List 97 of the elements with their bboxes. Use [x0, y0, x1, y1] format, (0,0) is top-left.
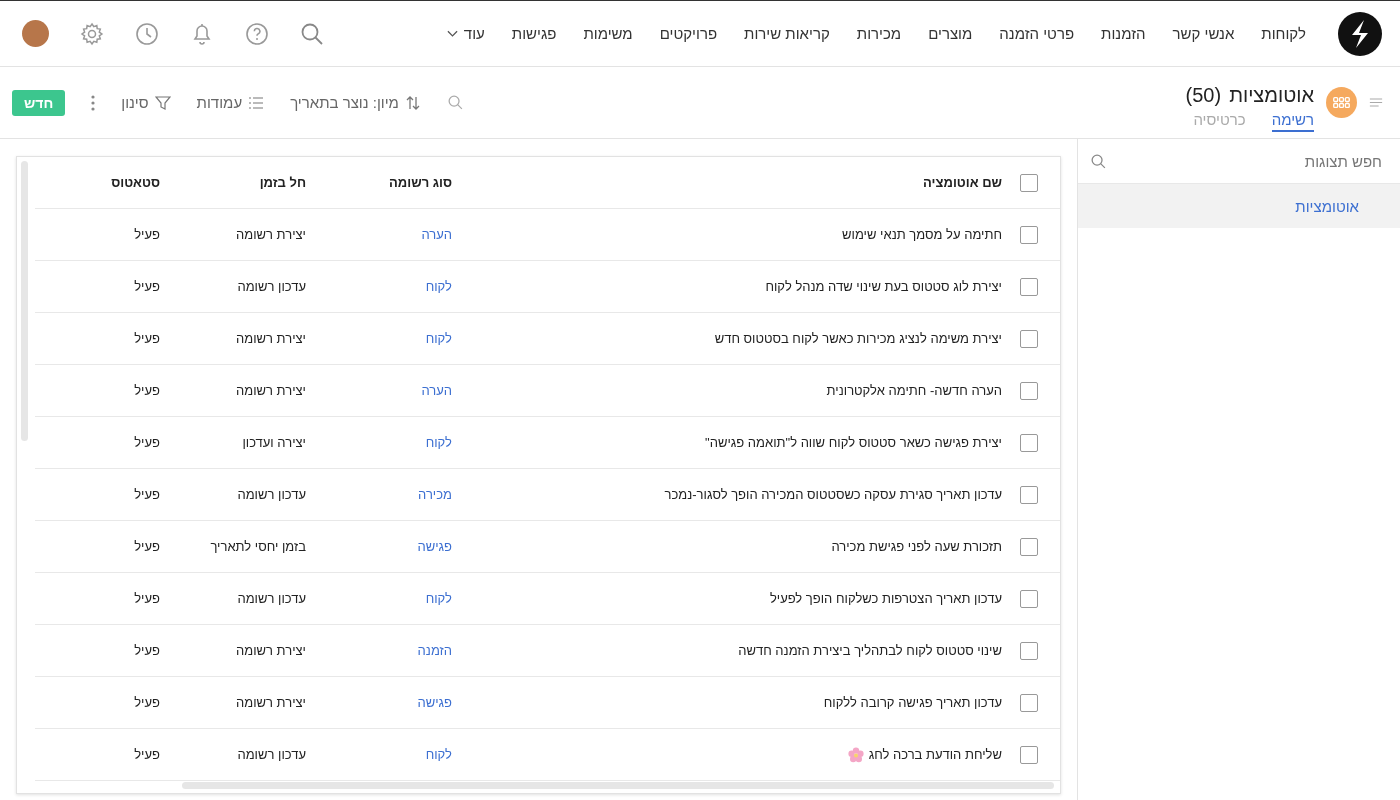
trigger-cell: יצירת רשומה [236, 383, 306, 398]
automation-name: עדכון תאריך סגירת עסקה כשסטטוס המכירה הופך לסגור-נמכר [664, 487, 1002, 502]
record-type-link[interactable]: לקוח [425, 279, 452, 294]
kebab-menu-icon[interactable] [91, 94, 96, 111]
flower-icon [847, 746, 864, 763]
nav-link[interactable]: קריאות שירות [744, 25, 830, 42]
row-checkbox[interactable] [1020, 589, 1038, 608]
row-checkbox[interactable] [1020, 693, 1038, 712]
record-count: (50) [1185, 83, 1222, 107]
logo-icon[interactable] [1337, 10, 1383, 57]
page-title: אוטומציות [1229, 83, 1314, 107]
automation-name: שליחת הודעת ברכה לחג [868, 747, 1002, 762]
nav-link[interactable]: לקוחות [1261, 25, 1306, 42]
automation-name: חתימה על מסמך תנאי שימוש [842, 227, 1002, 242]
status-cell: פעיל [134, 591, 160, 606]
column-header[interactable]: שם אוטומציה [923, 175, 1002, 190]
sort-icon [404, 94, 421, 111]
record-type-link[interactable]: מכירה [418, 487, 452, 502]
column-header[interactable]: סטאטוס [111, 175, 160, 190]
status-cell: פעיל [134, 539, 160, 554]
row-checkbox[interactable] [1020, 745, 1038, 764]
nav-link[interactable]: פרויקטים [659, 25, 718, 42]
sidebar-item[interactable]: אוטומציות [1078, 184, 1400, 228]
automation-name: יצירת משימה לנציג מכירות כאשר לקוח בסטטוס חדש [714, 331, 1002, 346]
status-cell: פעיל [134, 747, 160, 762]
status-cell: פעיל [134, 331, 160, 346]
record-type-link[interactable]: לקוח [425, 591, 452, 606]
record-type-link[interactable]: לקוח [425, 331, 452, 346]
record-type-link[interactable]: פגישה [417, 695, 452, 710]
help-icon[interactable] [245, 21, 269, 46]
chevron-down-icon [446, 29, 458, 38]
automation-name: יצירת פגישה כשאר סטטוס לקוח שווה ל"תואמה פגישה" [705, 435, 1002, 450]
record-type-link[interactable]: הזמנה [417, 643, 452, 658]
search-icon[interactable] [446, 94, 464, 111]
automation-icon [1326, 87, 1357, 118]
row-checkbox[interactable] [1020, 641, 1038, 660]
automation-name: עדכון תאריך פגישה קרובה ללקוח [823, 695, 1002, 710]
columns-button[interactable]: עמודות [196, 94, 265, 111]
status-cell: פעיל [134, 227, 160, 242]
nav-link[interactable]: פגישות [511, 25, 557, 42]
automation-name: עדכון תאריך הצטרפות כשלקוח הופך לפעיל [769, 591, 1002, 606]
column-header[interactable]: סוג רשומה [389, 175, 452, 190]
trigger-cell: יצירת רשומה [236, 643, 306, 658]
select-all-checkbox[interactable] [1020, 173, 1038, 192]
record-type-link[interactable]: הערה [421, 227, 452, 242]
trigger-cell: יצירה ועדכון [242, 435, 306, 450]
search-icon[interactable] [300, 21, 324, 46]
trigger-cell: עדכון רשומה [237, 747, 306, 762]
trigger-cell: יצירת רשומה [236, 695, 306, 710]
nav-link[interactable]: הזמנות [1101, 25, 1146, 42]
automation-name: תזכורת שעה לפני פגישת מכירה [831, 539, 1002, 554]
record-type-link[interactable]: לקוח [425, 747, 452, 762]
status-cell: פעיל [134, 435, 160, 450]
row-checkbox[interactable] [1020, 329, 1038, 348]
trigger-cell: עדכון רשומה [237, 591, 306, 606]
nav-link[interactable]: משימות [583, 25, 633, 42]
row-checkbox[interactable] [1020, 277, 1038, 296]
vertical-scrollbar[interactable] [21, 161, 28, 441]
filter-icon [154, 94, 171, 111]
row-checkbox[interactable] [1020, 225, 1038, 244]
search-icon [1090, 152, 1107, 170]
search-field[interactable]: חפש תצוגות [1107, 151, 1384, 171]
row-checkbox[interactable] [1020, 537, 1038, 556]
avatar[interactable] [22, 20, 49, 47]
record-type-link[interactable]: הערה [421, 383, 452, 398]
nav-link[interactable]: אנשי קשר [1172, 25, 1235, 42]
filter-button[interactable]: סינון [121, 94, 171, 111]
more-menu[interactable]: עוד [446, 25, 485, 42]
row-checkbox[interactable] [1020, 433, 1038, 452]
nav-link[interactable]: מכירות [856, 25, 902, 42]
status-cell: פעיל [134, 487, 160, 502]
status-cell: פעיל [134, 643, 160, 658]
sort-button[interactable]: מיון: נוצר בתאריך [290, 94, 421, 111]
view-tab[interactable]: רשימה [1271, 110, 1314, 132]
row-checkbox[interactable] [1020, 381, 1038, 400]
trigger-cell: בזמן יחסי לתאריך [210, 539, 306, 554]
automation-name: שינוי סטטוס לקוח לבתהליך ביצירת הזמנה חדשה [738, 643, 1002, 658]
settings-icon[interactable] [80, 21, 104, 46]
trigger-cell: יצירת רשומה [236, 331, 306, 346]
trigger-cell: יצירת רשומה [236, 227, 306, 242]
row-checkbox[interactable] [1020, 485, 1038, 504]
automation-name: הערה חדשה- חתימה אלקטרונית [826, 383, 1002, 398]
record-type-link[interactable]: לקוח [425, 435, 452, 450]
nav-link[interactable]: מוצרים [928, 25, 973, 42]
trigger-cell: עדכון רשומה [237, 487, 306, 502]
trigger-cell: עדכון רשומה [237, 279, 306, 294]
list-icon [248, 94, 265, 111]
status-cell: פעיל [134, 383, 160, 398]
menu-icon[interactable] [1369, 97, 1383, 108]
nav-link[interactable]: פרטי הזמנה [999, 25, 1075, 42]
record-type-link[interactable]: פגישה [417, 539, 452, 554]
status-cell: פעיל [134, 695, 160, 710]
automation-name: יצירת לוג סטטוס בעת שינוי שדה מנהל לקוח [765, 279, 1002, 294]
horizontal-scrollbar[interactable] [182, 782, 1054, 789]
clock-icon[interactable] [135, 21, 159, 46]
column-header[interactable]: חל בזמן [259, 175, 306, 190]
status-cell: פעיל [134, 279, 160, 294]
